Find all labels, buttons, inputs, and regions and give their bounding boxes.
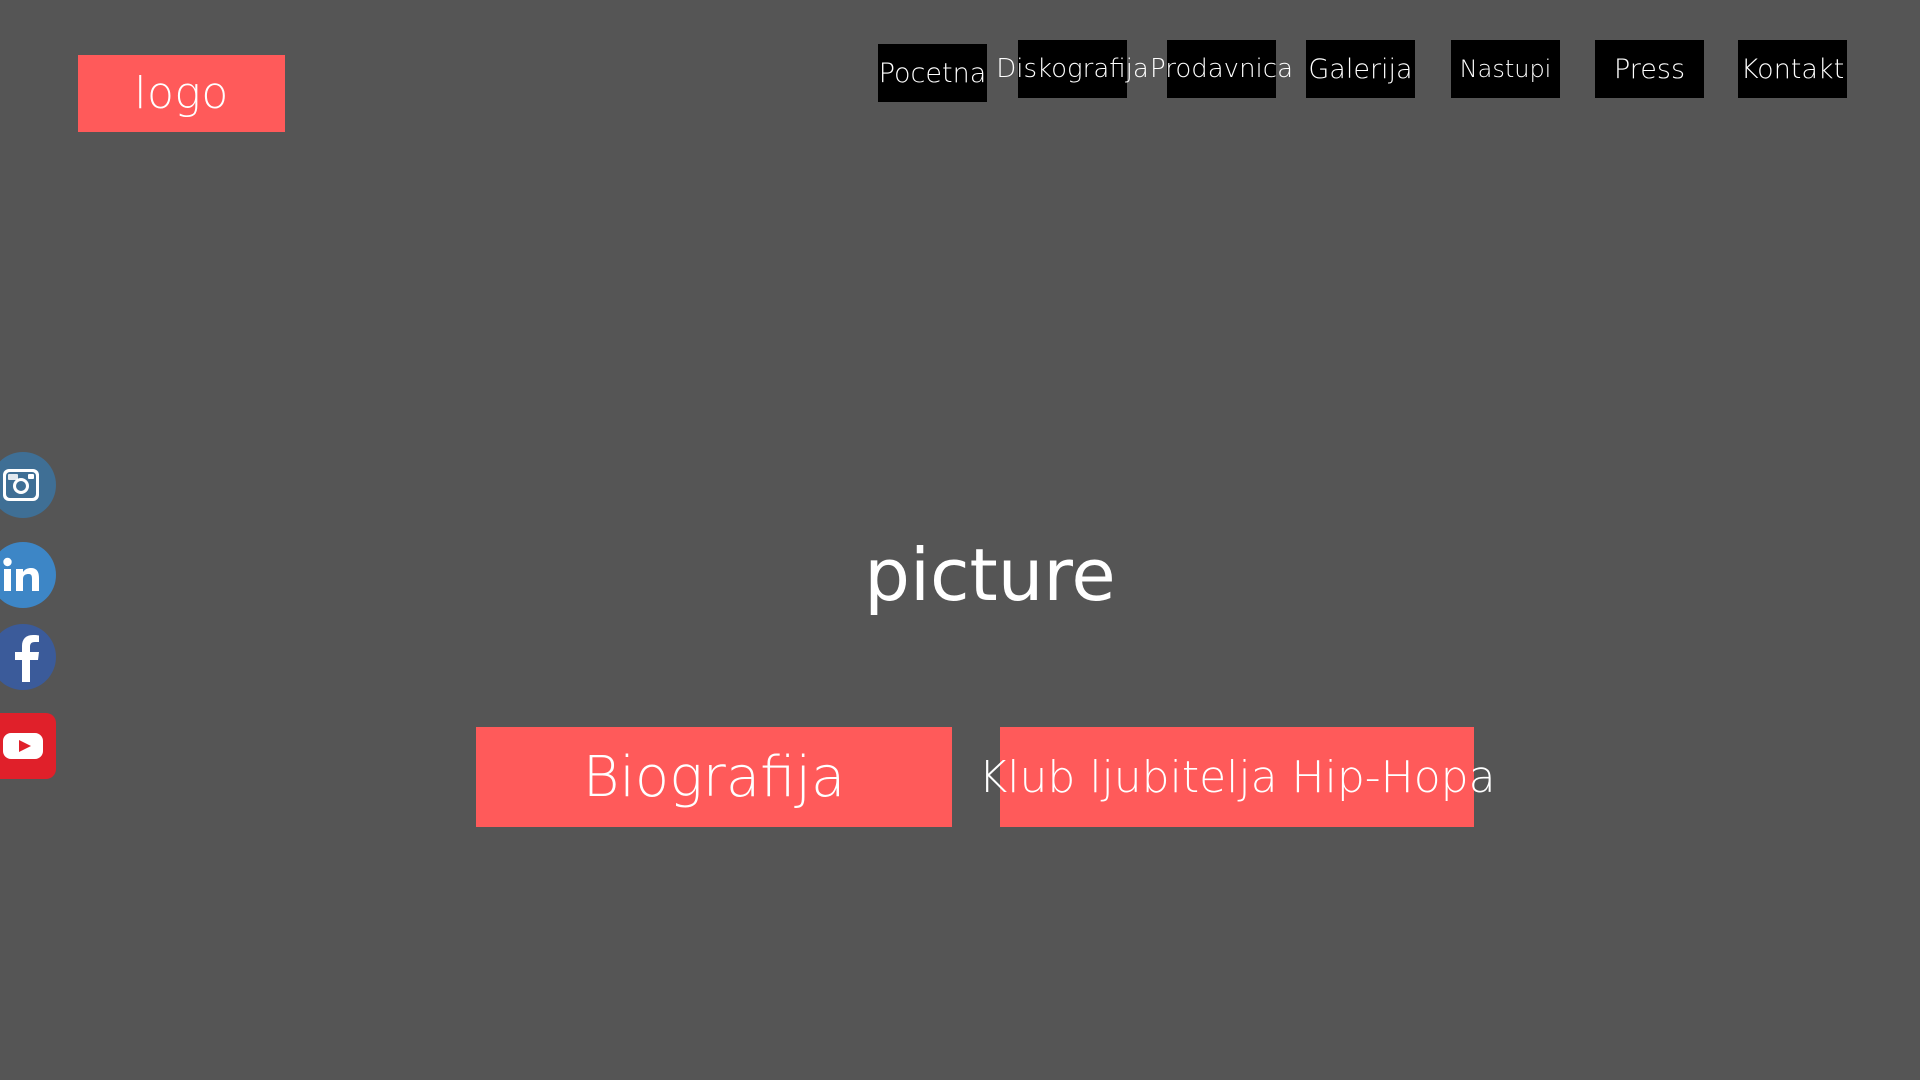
linkedin-glyph [3, 557, 39, 591]
linkedin-icon[interactable] [0, 542, 56, 608]
logo[interactable]: logo [78, 55, 285, 132]
facebook-icon[interactable] [0, 624, 56, 690]
nav-item-label: Pocetna [878, 57, 987, 89]
instagram-icon[interactable] [0, 452, 56, 518]
facebook-glyph [15, 635, 39, 682]
nav-item-galerija[interactable]: Galerija [1306, 40, 1415, 98]
nav-item-pocetna[interactable]: Pocetna [878, 44, 987, 102]
nav-item-nastupi[interactable]: Nastupi [1451, 40, 1560, 98]
biography-button[interactable]: Biografija [476, 727, 952, 827]
nav-item-label: Prodavnica [1150, 54, 1293, 84]
nav-item-kontakt[interactable]: Kontakt [1738, 40, 1847, 98]
instagram-glyph [3, 469, 39, 501]
hiphop-club-button-label: Klub ljubitelja Hip-Hopa [978, 751, 1496, 803]
youtube-glyph [3, 733, 43, 759]
nav-item-press[interactable]: Press [1595, 40, 1704, 98]
nav-item-label: Press [1613, 53, 1686, 85]
logo-label: logo [134, 68, 229, 119]
nav-item-label: Nastupi [1459, 55, 1552, 83]
hero-text: picture [864, 533, 1116, 617]
nav-item-prodavnica[interactable]: Prodavnica [1150, 40, 1293, 98]
youtube-icon[interactable] [0, 713, 56, 779]
nav-item-label: Galerija [1308, 53, 1413, 85]
hiphop-club-button[interactable]: Klub ljubitelja Hip-Hopa [978, 727, 1496, 827]
nav-item-label: Kontakt [1740, 53, 1845, 85]
page: logo Pocetna Diskografija Prodavnica Gal… [0, 0, 1920, 1080]
biography-button-label: Biografija [582, 744, 846, 810]
nav-item-diskografija[interactable]: Diskografija [996, 40, 1149, 98]
hero-picture-placeholder: picture [860, 533, 1120, 617]
nav-item-label: Diskografija [996, 54, 1149, 84]
